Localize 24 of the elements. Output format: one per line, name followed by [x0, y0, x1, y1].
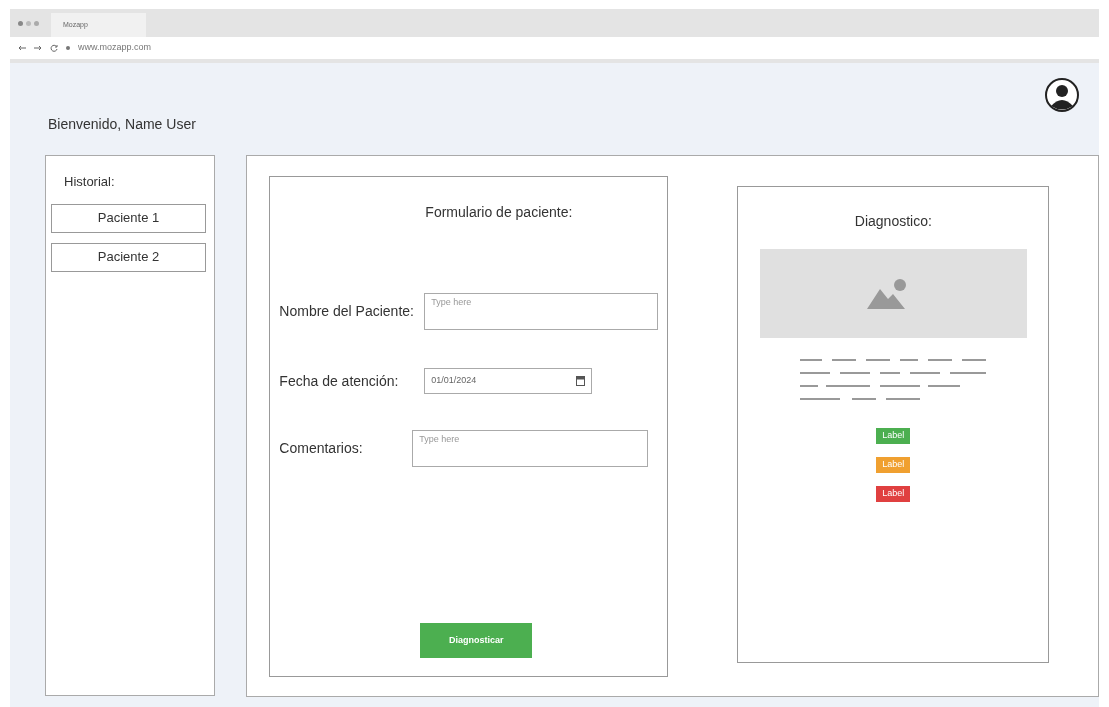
lock-icon: [66, 46, 70, 50]
sidebar-title: Historial:: [64, 173, 116, 191]
calendar-icon: [576, 376, 586, 386]
field-label: Nombre del Paciente:: [279, 302, 415, 321]
welcome-text: Bienvenido, Name User: [48, 115, 197, 134]
patient-item[interactable]: Paciente 1: [51, 203, 206, 233]
status-label: Label: [876, 486, 911, 502]
image-placeholder-icon: [759, 249, 1027, 338]
form-title: Formulario de paciente:: [425, 203, 574, 222]
text-field[interactable]: Type here: [412, 430, 649, 467]
field-label: Fecha de atención:: [279, 371, 400, 391]
avatar-icon[interactable]: [1045, 78, 1079, 112]
forward-icon[interactable]: [34, 45, 42, 51]
address-field[interactable]: www.mozapp.com: [78, 41, 152, 55]
date-field[interactable]: 01/01/2024: [424, 368, 593, 394]
text-field[interactable]: Type here: [424, 293, 659, 330]
status-label: Label: [876, 428, 911, 444]
window-controls-icon: [18, 20, 39, 26]
patient-item[interactable]: Paciente 2: [51, 242, 206, 272]
field-label: Comentarios:: [279, 439, 364, 458]
reload-icon[interactable]: [50, 44, 58, 52]
status-label: Label: [876, 457, 911, 473]
back-icon[interactable]: [18, 45, 26, 51]
diagnosis-title: Diagnostico:: [854, 212, 932, 231]
